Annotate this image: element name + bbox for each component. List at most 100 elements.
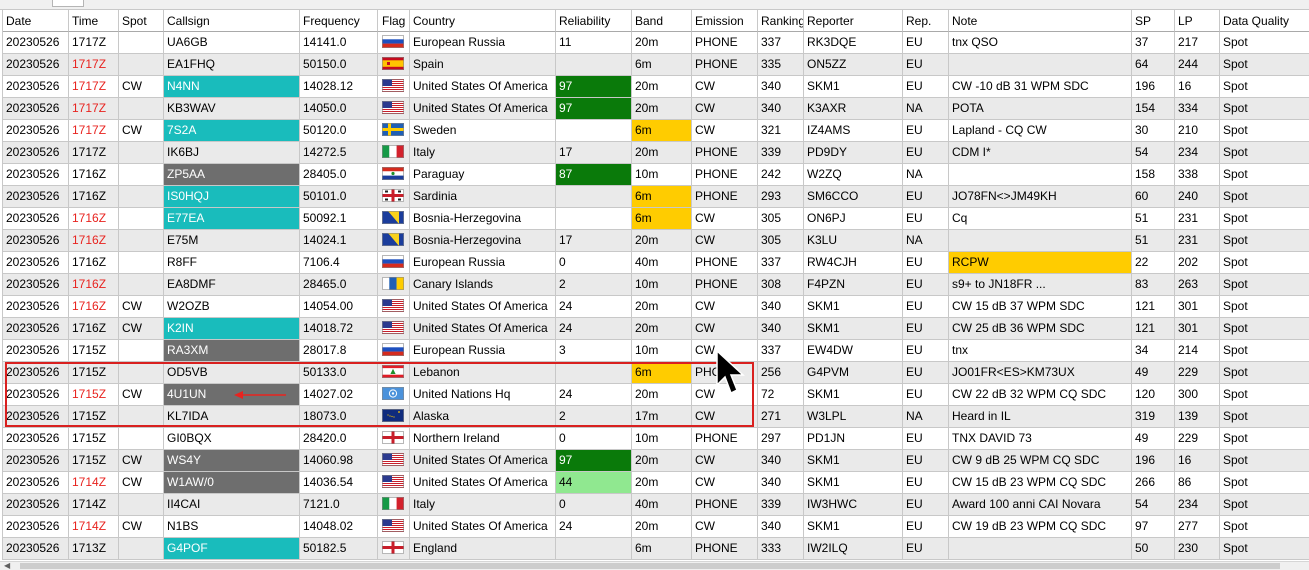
ranking-cell: 242 — [758, 164, 804, 186]
data-quality-cell: Spot — [1220, 384, 1309, 406]
spot-cell: CW — [119, 318, 164, 340]
spot-cell — [119, 252, 164, 274]
table-row[interactable]: 20230526 1717Z CW N4NN 14028.12 United States… — [3, 76, 1309, 98]
table-row[interactable]: 20230526 1714Z II4CAI 7121.0 Italy 0 40m PHONE 3… — [3, 494, 1309, 516]
table-row[interactable]: 20230526 1717Z CW 7S2A 50120.0 Sweden 6m CW 321 I… — [3, 120, 1309, 142]
reporter-cell: SKM1 — [804, 76, 903, 98]
rep-cell: EU — [903, 362, 949, 384]
reliability-cell — [556, 120, 632, 142]
rep-cell: EU — [903, 186, 949, 208]
time-cell: 1715Z — [69, 340, 119, 362]
sardinia-flag-icon — [382, 189, 404, 203]
sp-cell: 196 — [1132, 450, 1175, 472]
table-row[interactable]: 20230526 1716Z E75M 14024.1 Bosnia-Herzegovi… — [3, 230, 1309, 252]
col-header-lp[interactable]: LP — [1175, 10, 1220, 32]
col-header-ranking[interactable]: Ranking — [758, 10, 804, 32]
table-row[interactable]: 20230526 1716Z R8FF 7106.4 European Russia 0 4… — [3, 252, 1309, 274]
col-header-data-quality[interactable]: Data Quality — [1220, 10, 1309, 32]
table-row[interactable]: 20230526 1715Z GI0BQX 28420.0 Northern Irela… — [3, 428, 1309, 450]
spot-cell — [119, 362, 164, 384]
table-row[interactable]: 20230526 1716Z EA8DMF 28465.0 Canary Islands… — [3, 274, 1309, 296]
spot-cell — [119, 274, 164, 296]
table-row[interactable]: 20230526 1715Z KL7IDA 18073.0 Alaska 2 17m CW 27… — [3, 406, 1309, 428]
col-header-country[interactable]: Country — [410, 10, 556, 32]
reliability-cell — [556, 54, 632, 76]
date-cell: 20230526 — [3, 494, 69, 516]
col-header-sp[interactable]: SP — [1132, 10, 1175, 32]
usa-flag-icon — [382, 321, 404, 335]
table-row[interactable]: 20230526 1714Z CW N1BS 14048.02 United States… — [3, 516, 1309, 538]
lp-cell: 231 — [1175, 230, 1220, 252]
spot-cell — [119, 98, 164, 120]
reporter-cell: SKM1 — [804, 384, 903, 406]
sp-cell: 121 — [1132, 318, 1175, 340]
table-row[interactable]: 20230526 1716Z E77EA 50092.1 Bosnia-Herzegov… — [3, 208, 1309, 230]
table-row[interactable]: 20230526 1716Z CW W2OZB 14054.00 United State… — [3, 296, 1309, 318]
callsign-cell: R8FF — [164, 252, 300, 274]
table-row[interactable]: 20230526 1713Z G4POF 50182.5 England 6m PHONE 3… — [3, 538, 1309, 560]
col-header-reliability[interactable]: Reliability — [556, 10, 632, 32]
tab-edge[interactable] — [52, 0, 84, 7]
lp-cell: 16 — [1175, 76, 1220, 98]
col-header-time[interactable]: Time — [69, 10, 119, 32]
col-header-note[interactable]: Note — [949, 10, 1132, 32]
country-cell: United States Of America — [410, 76, 556, 98]
scrollbar-thumb[interactable] — [20, 563, 1280, 569]
band-cell: 20m — [632, 296, 692, 318]
country-cell: Italy — [410, 142, 556, 164]
sp-cell: 30 — [1132, 120, 1175, 142]
date-cell: 20230526 — [3, 538, 69, 560]
note-cell — [949, 54, 1132, 76]
table-row[interactable]: 20230526 1717Z IK6BJ 14272.5 Italy 17 20m PHONE… — [3, 142, 1309, 164]
table-row[interactable]: 20230526 1715Z CW 4U1UN 14027.02 United Natio… — [3, 384, 1309, 406]
data-quality-cell: Spot — [1220, 274, 1309, 296]
col-header-emission[interactable]: Emission — [692, 10, 758, 32]
col-header-frequency[interactable]: Frequency — [300, 10, 378, 32]
spot-cell — [119, 428, 164, 450]
data-quality-cell: Spot — [1220, 208, 1309, 230]
callsign-cell: KL7IDA — [164, 406, 300, 428]
reliability-cell: 2 — [556, 406, 632, 428]
country-cell: Alaska — [410, 406, 556, 428]
col-header-flag[interactable]: Flag — [378, 10, 410, 32]
lp-cell: 230 — [1175, 538, 1220, 560]
lp-cell: 240 — [1175, 186, 1220, 208]
col-header-reporter[interactable]: Reporter — [804, 10, 903, 32]
sp-cell: 22 — [1132, 252, 1175, 274]
reporter-cell: SKM1 — [804, 296, 903, 318]
col-header-band[interactable]: Band — [632, 10, 692, 32]
table-row[interactable]: 20230526 1717Z EA1FHQ 50150.0 Spain 6m PHONE 33… — [3, 54, 1309, 76]
col-header-callsign[interactable]: Callsign — [164, 10, 300, 32]
data-quality-cell: Spot — [1220, 296, 1309, 318]
frequency-cell: 14054.00 — [300, 296, 378, 318]
ranking-cell: 256 — [758, 362, 804, 384]
table-row[interactable]: 20230526 1715Z OD5VB 50133.0 Lebanon 6m PHO 256… — [3, 362, 1309, 384]
table-row[interactable]: 20230526 1715Z RA3XM 28017.8 European Russia… — [3, 340, 1309, 362]
table-row[interactable]: 20230526 1716Z IS0HQJ 50101.0 Sardinia 6m PHON… — [3, 186, 1309, 208]
callsign-cell: G4POF — [164, 538, 300, 560]
ranking-cell: 337 — [758, 252, 804, 274]
country-cell: European Russia — [410, 32, 556, 54]
table-row[interactable]: 20230526 1716Z ZP5AA 28405.0 Paraguay 87 10m PH… — [3, 164, 1309, 186]
russia-flag-icon — [382, 255, 404, 269]
data-quality-cell: Spot — [1220, 450, 1309, 472]
frequency-cell: 14272.5 — [300, 142, 378, 164]
table-row[interactable]: 20230526 1716Z CW K2IN 14018.72 United States… — [3, 318, 1309, 340]
flag-cell — [378, 538, 410, 560]
col-header-date[interactable]: Date — [3, 10, 69, 32]
col-header-rep[interactable]: Rep. — [903, 10, 949, 32]
table-row[interactable]: 20230526 1717Z KB3WAV 14050.0 United States … — [3, 98, 1309, 120]
emission-cell: CW — [692, 516, 758, 538]
frequency-cell: 50182.5 — [300, 538, 378, 560]
col-header-spot[interactable]: Spot — [119, 10, 164, 32]
dx-spots-grid: Date Time Spot Callsign Frequency Flag C… — [2, 10, 1309, 560]
rep-cell: EU — [903, 54, 949, 76]
time-cell: 1717Z — [69, 120, 119, 142]
time-cell: 1715Z — [69, 450, 119, 472]
table-row[interactable]: 20230526 1717Z UA6GB 14141.0 European Russia… — [3, 32, 1309, 54]
england-flag-icon — [382, 541, 404, 555]
table-row[interactable]: 20230526 1714Z CW W1AW/0 14036.54 United Stat… — [3, 472, 1309, 494]
table-row[interactable]: 20230526 1715Z CW WS4Y 14060.98 United States… — [3, 450, 1309, 472]
usa-flag-icon — [382, 519, 404, 533]
date-cell: 20230526 — [3, 384, 69, 406]
